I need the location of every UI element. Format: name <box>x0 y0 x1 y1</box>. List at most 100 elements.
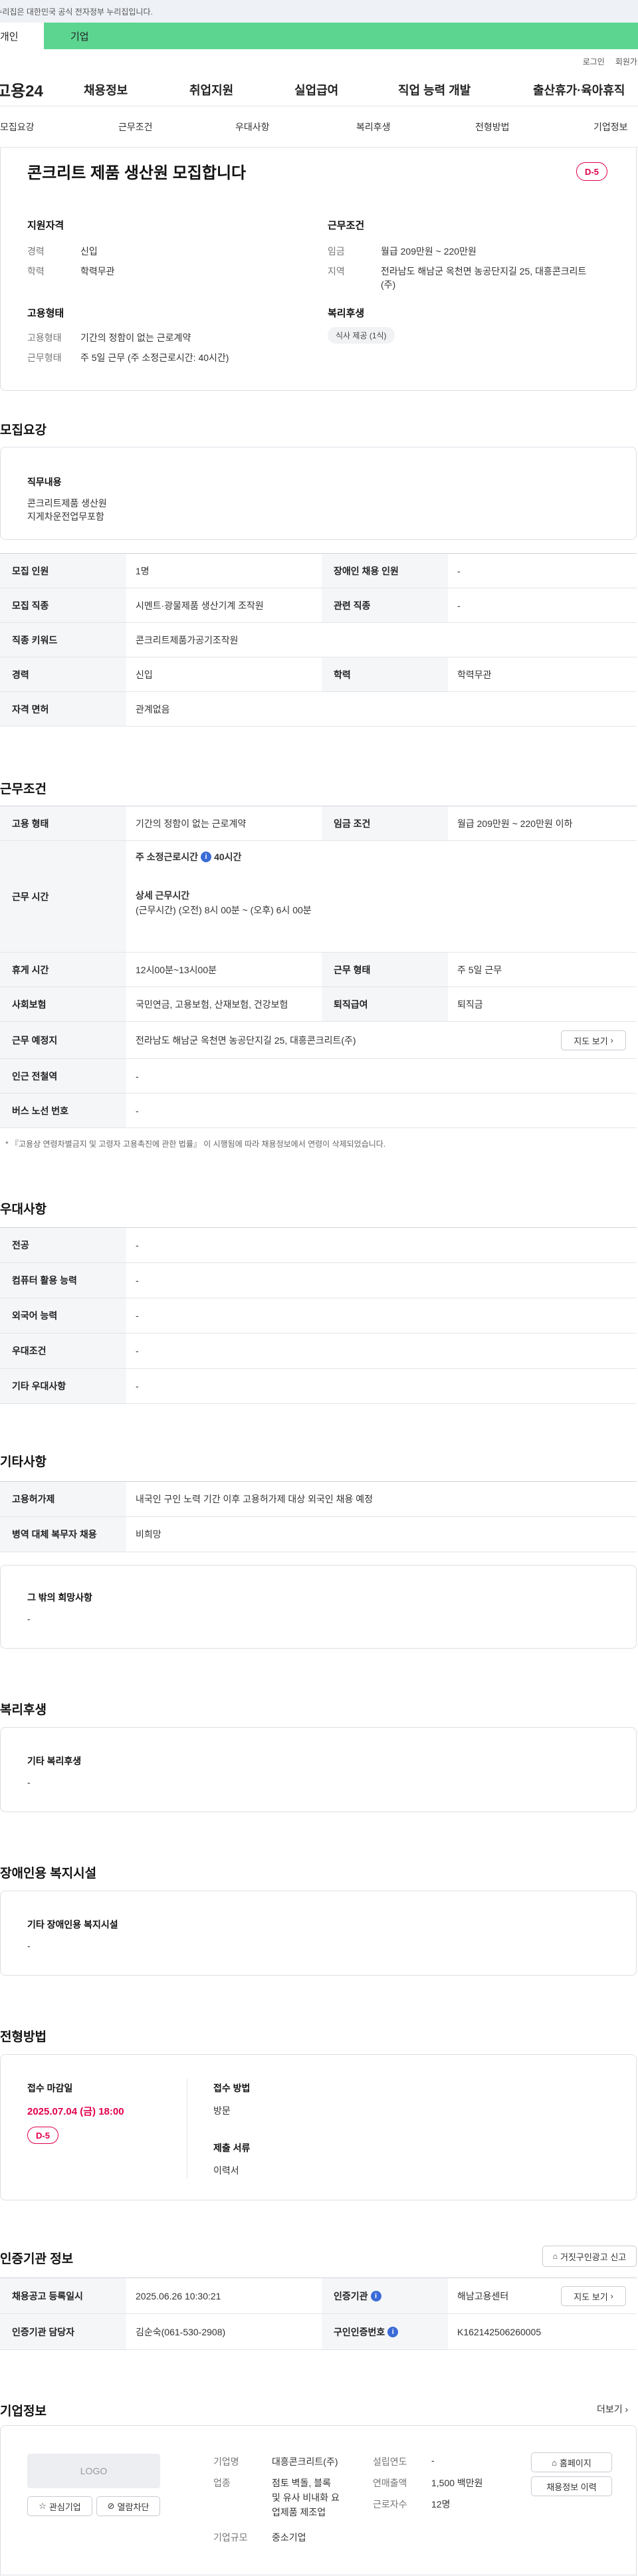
company-section-title: 기업정보 <box>0 2404 47 2418</box>
house-icon: ⌂ <box>552 2457 557 2468</box>
duty-card: 직무내용 콘크리트제품 생산원 지게차운전업무포함 <box>0 447 637 540</box>
company-more-link[interactable]: 더보기 › <box>597 2402 628 2416</box>
map-button-label: 지도 보기 <box>574 1036 608 1046</box>
row-header: 인증기관 담당자 <box>0 2314 126 2349</box>
report-button-label: 거짓구인광고 신고 <box>560 2252 627 2262</box>
row-header: 전공 <box>0 1228 126 1262</box>
weekly-hours-line: 주 소정근로시간 i 40시간 <box>136 850 241 864</box>
row-header: 채용공고 등록일시 <box>0 2278 126 2313</box>
welfare-chip: 식사 제공 (1식) <box>328 327 395 344</box>
gnb-item-employment-support[interactable]: 취업지원 <box>189 81 233 98</box>
table-row: 우대조건 - <box>0 1334 637 1369</box>
login-link[interactable]: 로그인 <box>583 56 605 67</box>
career-value: 신입 <box>80 246 98 257</box>
section-subnav: 모집요강 근무조건 우대사항 복리후생 전형방법 기업정보 <box>0 106 638 148</box>
industry-value-cont: 업제품 제조업 <box>272 2507 326 2517</box>
false-ad-report-button[interactable]: ⌂ 거짓구인광고 신고 <box>542 2246 637 2267</box>
subnav-item-work[interactable]: 근무조건 <box>118 120 153 134</box>
industry-value: 점토 벽돌, 블록 <box>272 2478 331 2488</box>
wage-value: 월급 209만원 ~ 220만원 <box>381 246 477 257</box>
tab-personal[interactable]: 개인 <box>0 23 44 49</box>
row-header: 모집 인원 <box>0 554 126 588</box>
welfare-section-title: 복리후생 <box>0 1703 47 1717</box>
tab-company[interactable]: 기업 <box>44 23 124 49</box>
etc-section-title: 기타사항 <box>0 1455 47 1469</box>
row-value: 학력무관 <box>457 669 492 680</box>
gnb-item-vocational-training[interactable]: 직업 능력 개발 <box>398 81 471 98</box>
subnav-item-recruit[interactable]: 모집요강 <box>0 120 35 134</box>
info-icon[interactable]: i <box>201 852 212 862</box>
row-value: K162142506260005 <box>457 2326 542 2337</box>
condition-heading: 근무조건 <box>328 220 365 231</box>
table-row: 자격 면허 관계없음 <box>0 692 637 727</box>
global-nav: 고용24 채용정보 취업지원 실업급여 직업 능력 개발 출산휴가·육아휴직 <box>0 73 638 106</box>
wage-label: 임금 <box>328 246 345 257</box>
table-row: 모집 직종 시멘트·광물제품 생산기계 조작원 관련 직종 - <box>0 588 637 623</box>
row-value: 신입 <box>136 669 153 680</box>
pref-section-title: 우대사항 <box>0 1203 47 1217</box>
row-value: 관계없음 <box>136 703 170 715</box>
subnav-item-selection[interactable]: 전형방법 <box>475 120 510 134</box>
company-name-value: 대흥콘크리트(주) <box>272 2456 338 2467</box>
history-label: 채용정보 이력 <box>546 2482 597 2492</box>
company-logo: LOGO <box>27 2454 160 2488</box>
row-value: 주 5일 근무 <box>457 964 502 975</box>
selection-dday-badge: D-5 <box>27 2127 58 2144</box>
table-row: 버스 노선 번호 - <box>0 1094 637 1128</box>
welfare-heading: 복리후생 <box>328 308 365 319</box>
subnav-item-pref[interactable]: 우대사항 <box>235 120 270 134</box>
homepage-button[interactable]: ⌂ 홈페이지 <box>531 2452 612 2472</box>
subnav-item-welfare[interactable]: 복리후생 <box>356 120 391 134</box>
row-value: 해남고용센터 <box>457 2290 509 2301</box>
gnb-item-parental-leave[interactable]: 출산휴가·육아휴직 <box>533 81 625 98</box>
row-header: 학력 <box>322 657 448 691</box>
row-value: 시멘트·광물제품 생산기계 조작원 <box>136 600 264 611</box>
row-value: 김순숙(061-530-2908) <box>136 2326 226 2337</box>
row-header: 근무 시간 <box>0 841 126 952</box>
row-header: 우대조건 <box>0 1334 126 1368</box>
row-header: 고용허가제 <box>0 1482 126 1516</box>
block-view-button[interactable]: ⊘ 열람차단 <box>96 2496 160 2516</box>
row-header: 경력 <box>0 657 126 691</box>
map-button[interactable]: 지도 보기 › <box>561 1030 626 1050</box>
table-row: 사회보험 국민연금, 고용보험, 산재보험, 건강보험 퇴직급여 퇴직금 <box>0 987 637 1022</box>
join-link[interactable]: 회원가입 <box>615 56 638 67</box>
subnav-item-company[interactable]: 기업정보 <box>593 120 628 134</box>
employment-heading: 고용형태 <box>27 308 64 319</box>
table-row: 고용허가제 내국인 구인 노력 기간 이후 고용허가제 대상 외국인 채용 예정 <box>0 1482 637 1517</box>
row-value: - <box>136 1310 139 1321</box>
row-header: 장애인 채용 인원 <box>322 554 448 588</box>
gnb-item-unemployment-benefit[interactable]: 실업급여 <box>294 81 338 98</box>
table-row: 외국어 능력 - <box>0 1298 637 1334</box>
cert-section-title: 인증기관 정보 <box>0 2252 74 2266</box>
row-header: 모집 직종 <box>0 588 126 622</box>
row-header: 근무 예정지 <box>0 1022 126 1058</box>
gov-notice-bar: 이 누리집은 대한민국 공식 전자정부 누리집입니다. <box>0 0 638 23</box>
table-row: 병역 대체 복무자 채용 비희망 <box>0 1517 637 1552</box>
agency-map-button[interactable]: 지도 보기 › <box>561 2286 626 2306</box>
row-header: 근무 형태 <box>322 953 448 987</box>
education-label: 학력 <box>27 266 45 277</box>
table-row: 인근 전철역 - <box>0 1059 637 1094</box>
industry-value-cont: 및 유사 비내화 요 <box>272 2492 340 2503</box>
row-header: 직종 키워드 <box>0 623 126 657</box>
recruit-history-button[interactable]: 채용정보 이력 <box>531 2476 612 2496</box>
welfare-card: 기타 복리후생 - <box>0 1727 637 1812</box>
interest-company-button[interactable]: ☆ 관심기업 <box>27 2496 92 2516</box>
job-summary-card: 콘크리트 제품 생산원 모집합니다 D-5 지원자격 경력 신입 학력 학력무관… <box>0 148 637 391</box>
recruit-table: 모집 인원 1명 장애인 채용 인원 - 모집 직종 시멘트·광물제품 생산기계… <box>0 553 637 727</box>
row-value: - <box>136 1346 139 1356</box>
info-icon[interactable]: i <box>370 2290 381 2301</box>
gnb-item-jobs[interactable]: 채용정보 <box>84 81 128 98</box>
docs-label: 제출 서류 <box>213 2143 251 2153</box>
selection-card: 접수 마감일 2025.07.04 (금) 18:00 D-5 접수 방법 방문… <box>0 2054 637 2200</box>
site-logo[interactable]: 고용24 <box>0 78 43 101</box>
duty-heading: 직무내용 <box>27 477 62 487</box>
user-type-tabs: 개인 기업 <box>0 23 638 49</box>
row-value: - <box>457 565 461 576</box>
company-name-label: 기업명 <box>213 2456 239 2467</box>
deadline-label: 접수 마감일 <box>27 2083 73 2093</box>
table-row: 기타 우대사항 - <box>0 1369 637 1404</box>
info-icon[interactable]: i <box>387 2326 399 2337</box>
row-header: 기타 우대사항 <box>0 1369 126 1403</box>
